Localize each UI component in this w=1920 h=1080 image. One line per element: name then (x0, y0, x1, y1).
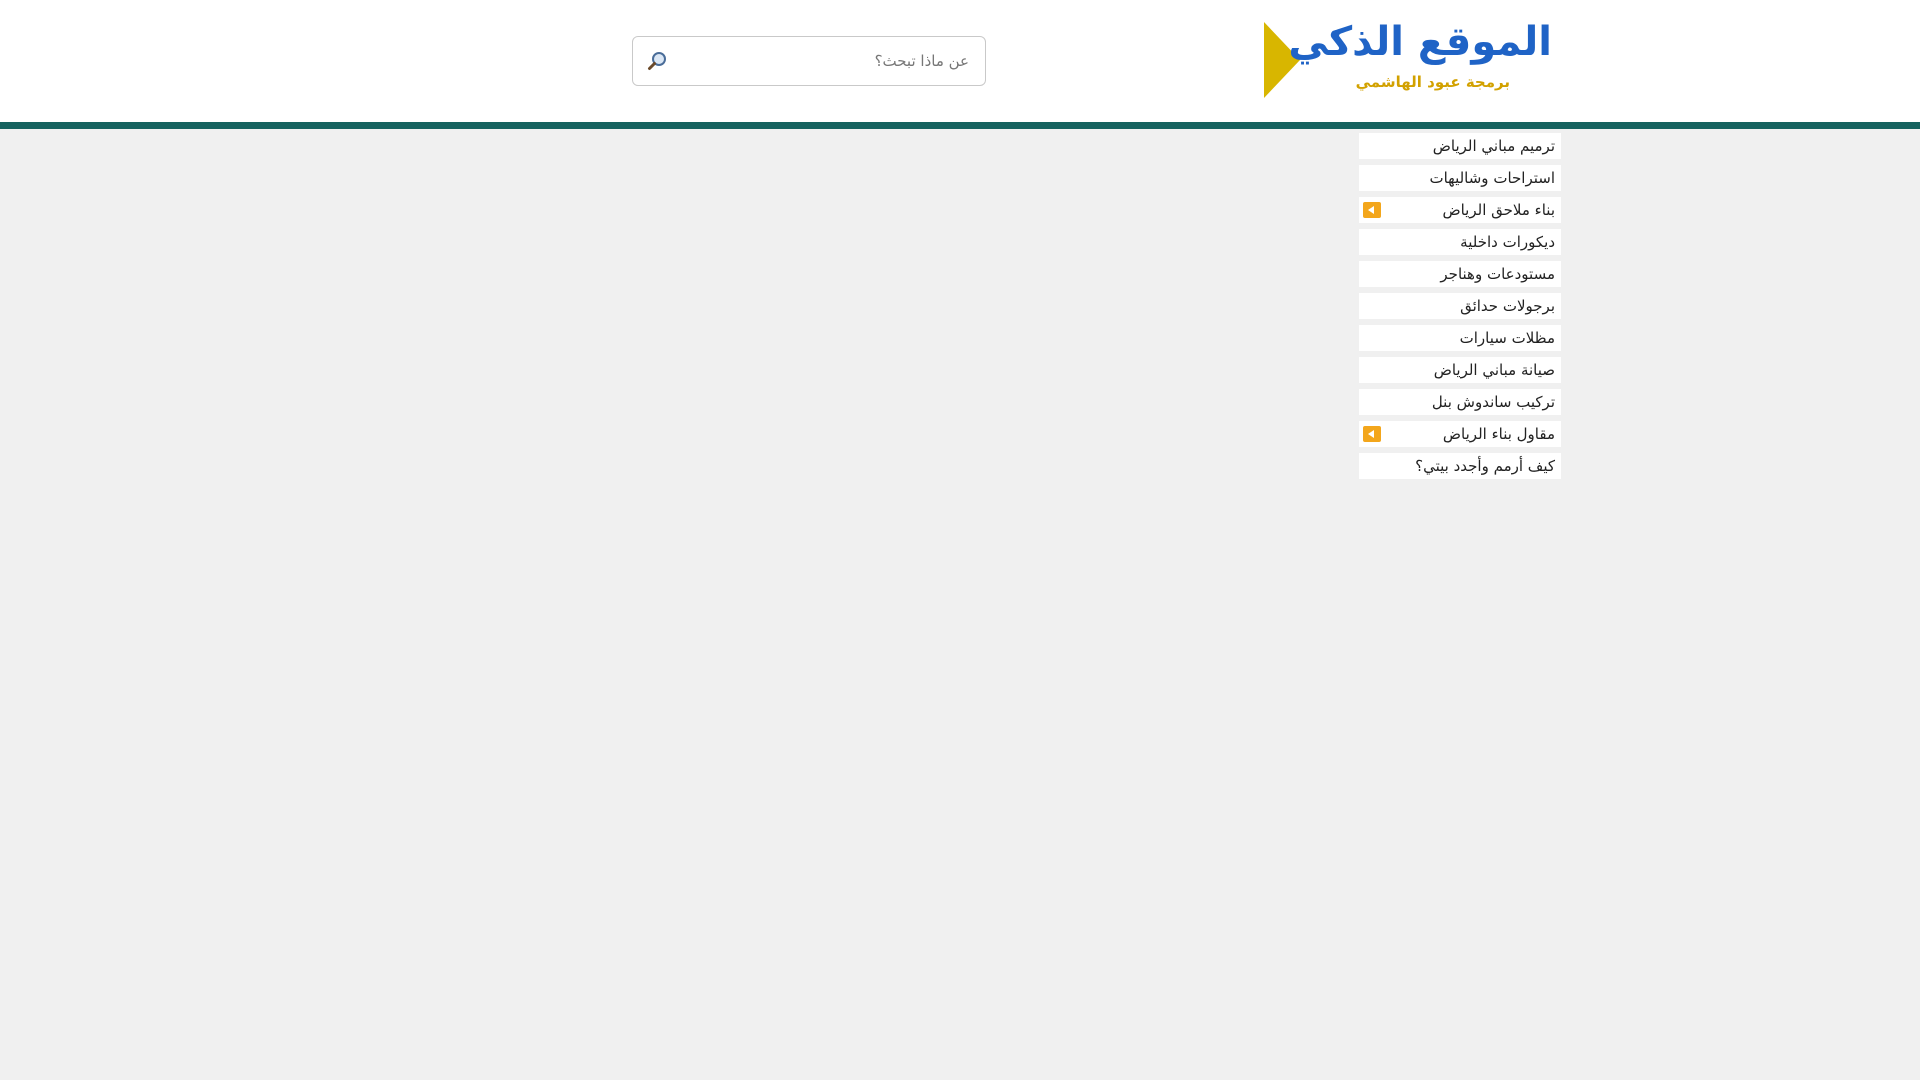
site-logo[interactable]: الموقع الذكي برمجة عبود الهاشمي (1264, 19, 1554, 100)
triangle-left-icon[interactable] (1363, 426, 1381, 442)
menu-item-label: برجولات حدائق (1460, 297, 1555, 315)
menu-item-label: مستودعات وهناجر (1440, 265, 1555, 283)
menu-item-label: استراحات وشاليهات (1429, 169, 1555, 187)
menu-item-restoration[interactable]: ترميم مباني الرياض (1359, 133, 1561, 159)
menu-item-rest-houses[interactable]: استراحات وشاليهات (1359, 165, 1561, 191)
menu-item-interior-decor[interactable]: ديكورات داخلية (1359, 229, 1561, 255)
search-input[interactable] (677, 37, 973, 85)
menu-item-label: صيانة مباني الرياض (1433, 361, 1555, 379)
magnifier-icon[interactable] (647, 50, 669, 72)
logo-title: الموقع الذكي (1288, 19, 1552, 65)
menu-item-maintenance[interactable]: صيانة مباني الرياض (1359, 357, 1561, 383)
menu-item-pergolas[interactable]: برجولات حدائق (1359, 293, 1561, 319)
menu-item-sandwich-panel[interactable]: تركيب ساندوش بنل (1359, 389, 1561, 415)
header-divider-bar (0, 122, 1920, 129)
menu-item-annex-building[interactable]: بناء ملاحق الرياض (1359, 197, 1561, 223)
menu-item-label: ترميم مباني الرياض (1432, 137, 1555, 155)
logo-subtitle: برمجة عبود الهاشمي (1355, 73, 1510, 91)
menu-item-label: مظلات سيارات (1459, 329, 1555, 347)
menu-item-warehouses[interactable]: مستودعات وهناجر (1359, 261, 1561, 287)
sidebar-menu: ترميم مباني الرياض استراحات وشاليهات بنا… (1359, 133, 1561, 485)
menu-item-contractor[interactable]: مقاول بناء الرياض (1359, 421, 1561, 447)
menu-item-label: مقاول بناء الرياض (1442, 425, 1555, 443)
search-box (632, 36, 986, 86)
triangle-left-icon[interactable] (1363, 202, 1381, 218)
menu-item-label: تركيب ساندوش بنل (1431, 393, 1555, 411)
menu-item-label: بناء ملاحق الرياض (1442, 201, 1555, 219)
menu-item-label: ديكورات داخلية (1460, 233, 1555, 251)
site-header: الموقع الذكي برمجة عبود الهاشمي (0, 0, 1920, 122)
menu-item-renovate-home[interactable]: كيف أرمم وأجدد بيتي؟ (1359, 453, 1561, 479)
menu-item-car-shades[interactable]: مظلات سيارات (1359, 325, 1561, 351)
menu-item-label: كيف أرمم وأجدد بيتي؟ (1415, 457, 1555, 475)
